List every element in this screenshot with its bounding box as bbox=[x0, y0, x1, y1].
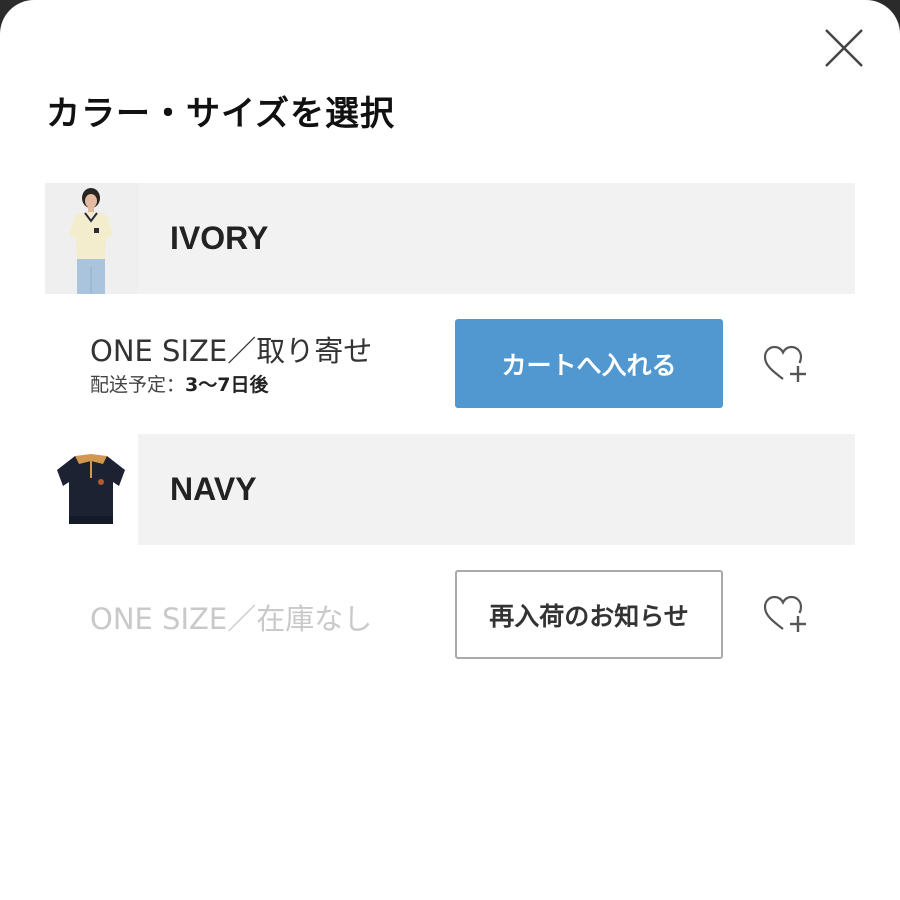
delivery-value: 3〜7日後 bbox=[185, 374, 269, 396]
size-row-ivory: ONE SIZE／取り寄せ 配送予定：3〜7日後 カートへ入れる bbox=[0, 318, 900, 408]
add-to-cart-button[interactable]: カートへ入れる bbox=[455, 319, 723, 408]
color-row-background bbox=[45, 183, 855, 294]
close-button[interactable] bbox=[820, 26, 868, 70]
close-icon bbox=[825, 29, 863, 67]
delivery-label: 配送予定： bbox=[90, 374, 186, 396]
size-status: ONE SIZE／取り寄せ bbox=[90, 334, 373, 368]
color-row-navy: NAVY bbox=[45, 434, 855, 545]
size-status: ONE SIZE／在庫なし bbox=[90, 602, 373, 636]
color-size-dialog: カラー・サイズを選択 IVORY ONE SIZE／取り寄せ 配送予定：3〜7日… bbox=[0, 0, 900, 900]
dialog-title: カラー・サイズを選択 bbox=[46, 94, 395, 134]
heart-plus-icon bbox=[763, 595, 806, 632]
color-row-ivory: IVORY bbox=[45, 183, 855, 294]
favorite-button[interactable] bbox=[762, 594, 808, 636]
product-image-ivory bbox=[45, 183, 138, 294]
delivery-estimate: 配送予定：3〜7日後 bbox=[90, 370, 268, 397]
color-name: NAVY bbox=[170, 471, 257, 507]
restock-notify-button[interactable]: 再入荷のお知らせ bbox=[455, 570, 723, 659]
size-row-navy: ONE SIZE／在庫なし 再入荷のお知らせ bbox=[0, 570, 900, 660]
favorite-button[interactable] bbox=[762, 344, 808, 386]
heart-plus-icon bbox=[763, 345, 806, 382]
color-name: IVORY bbox=[170, 220, 269, 256]
product-image-navy bbox=[45, 434, 138, 545]
